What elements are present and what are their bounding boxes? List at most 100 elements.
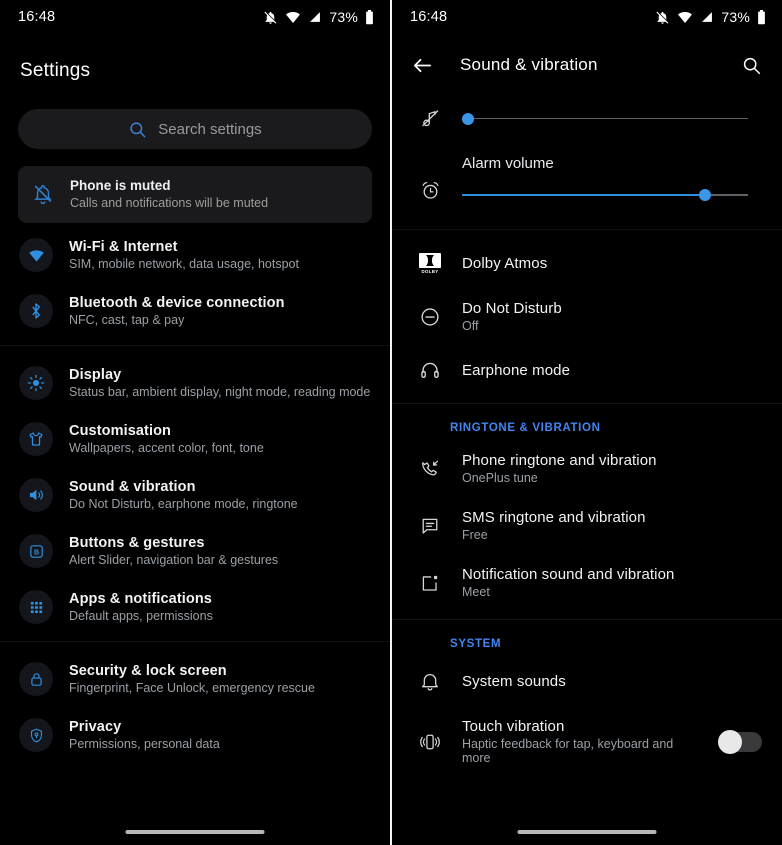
row-phone-ringtone[interactable]: Phone ringtone and vibration OnePlus tun… — [392, 440, 782, 497]
row-dolby-atmos[interactable]: DOLBY Dolby Atmos — [392, 238, 782, 288]
row-earphone-mode[interactable]: Earphone mode — [392, 345, 782, 395]
customisation-icon-wrap — [19, 422, 53, 456]
wifi-icon — [286, 11, 301, 23]
button-b-icon: B — [29, 544, 43, 558]
security-texts: Security & lock screen Fingerprint, Face… — [69, 663, 315, 695]
audio-section: DOLBY Dolby Atmos Do Not Disturb Off Ear… — [392, 230, 782, 395]
sidebar-item-display[interactable]: Display Status bar, ambient display, nig… — [0, 355, 390, 411]
earphone-icon-wrap — [414, 359, 446, 381]
alarm-clock-icon — [422, 182, 438, 199]
sidebar-item-label: Bluetooth & device connection — [69, 295, 285, 311]
sidebar-item-sound-vibration[interactable]: Sound & vibration Do Not Disturb, earpho… — [0, 467, 390, 523]
row-sms-ringtone[interactable]: SMS ringtone and vibration Free — [392, 497, 782, 554]
alarm-volume-thumb[interactable] — [699, 189, 712, 201]
row-label: System sounds — [462, 672, 566, 690]
speaker-icon — [30, 489, 43, 501]
svg-text:B: B — [33, 548, 38, 556]
bell-muted-icon — [34, 185, 52, 205]
security-icon-wrap — [19, 662, 53, 696]
sidebar-item-customisation[interactable]: Customisation Wallpapers, accent color, … — [0, 411, 390, 467]
sidebar-item-label: Security & lock screen — [69, 663, 227, 679]
alarm-volume-slider-row[interactable]: Alarm volume — [392, 133, 782, 216]
bell-icon — [422, 674, 438, 691]
status-time: 16:48 — [410, 9, 448, 25]
display-texts: Display Status bar, ambient display, nig… — [69, 367, 370, 399]
dnd-icon-wrap — [414, 306, 446, 328]
sidebar-item-sublabel: Fingerprint, Face Unlock, emergency resc… — [69, 681, 315, 695]
media-volume-track[interactable] — [461, 112, 748, 126]
sidebar-item-buttons-gestures[interactable]: B Buttons & gestures Alert Slider, navig… — [0, 523, 390, 579]
sms-icon — [422, 518, 438, 534]
sidebar-item-sublabel: Wallpapers, accent color, font, tone — [69, 441, 264, 455]
sidebar-item-sublabel: NFC, cast, tap & pay — [69, 313, 185, 327]
back-arrow-icon[interactable] — [411, 54, 434, 77]
sidebar-item-privacy[interactable]: Privacy Permissions, personal data — [0, 707, 390, 763]
cellular-signal-icon — [702, 12, 713, 22]
ringtone-vibration-section: RINGTONE & VIBRATION Phone ringtone and … — [392, 404, 782, 611]
system-sounds-texts: System sounds — [462, 673, 762, 690]
row-label: Do Not Disturb — [462, 300, 562, 317]
media-volume-slider-row[interactable] — [392, 96, 782, 133]
row-touch-vibration[interactable]: Touch vibration Haptic feedback for tap,… — [392, 706, 782, 777]
privacy-icon-wrap — [19, 718, 53, 752]
sound-icon-wrap — [19, 478, 53, 512]
alarm-volume-label: Alarm volume — [462, 155, 554, 172]
row-sublabel: Off — [462, 319, 479, 333]
gesture-bar-right[interactable] — [517, 830, 657, 834]
gesture-bar-left[interactable] — [125, 830, 265, 834]
app-bar-title: Sound & vibration — [460, 55, 598, 74]
brightness-icon — [27, 374, 45, 392]
earphone-texts: Earphone mode — [462, 362, 762, 379]
battery-icon — [366, 9, 373, 24]
sidebar-item-label: Display — [69, 367, 122, 383]
sidebar-item-label: Apps & notifications — [69, 591, 212, 607]
touch-vibration-icon-wrap — [414, 731, 446, 753]
app-bar: Sound & vibration — [392, 34, 782, 96]
search-icon[interactable] — [741, 55, 762, 76]
media-volume-track-bg — [462, 117, 748, 120]
alarm-volume-track[interactable] — [462, 188, 748, 202]
battery-percent: 73% — [721, 9, 750, 25]
row-label: SMS ringtone and vibration — [462, 509, 646, 526]
alarm-volume-track-fill — [462, 194, 706, 196]
apps-texts: Apps & notifications Default apps, permi… — [69, 591, 213, 623]
row-label: Phone ringtone and vibration — [462, 452, 657, 469]
dnd-texts: Do Not Disturb Off — [462, 300, 762, 333]
privacy-shield-icon — [30, 728, 42, 742]
section-header-system: SYSTEM — [450, 638, 502, 650]
media-volume-thumb[interactable] — [461, 112, 474, 125]
row-system-sounds[interactable]: System sounds — [392, 656, 782, 706]
phone-ringtone-icon — [422, 460, 438, 475]
search-settings-bar[interactable]: Search settings — [18, 109, 372, 149]
row-do-not-disturb[interactable]: Do Not Disturb Off — [392, 288, 782, 345]
alarm-volume-slider[interactable]: Alarm volume — [462, 155, 748, 202]
phone-muted-card[interactable]: Phone is muted Calls and notifications w… — [18, 166, 372, 223]
sidebar-item-label: Wi-Fi & Internet — [69, 239, 178, 255]
media-muted-icon-wrap — [414, 108, 446, 129]
notifications-muted-icon — [656, 10, 670, 24]
row-notification-sound[interactable]: Notification sound and vibration Meet — [392, 554, 782, 611]
notification-square-icon — [422, 575, 438, 591]
row-label: Touch vibration — [462, 718, 565, 735]
sidebar-item-bluetooth[interactable]: Bluetooth & device connection NFC, cast,… — [0, 283, 390, 339]
group-divider — [0, 345, 390, 355]
touch-vibration-toggle[interactable] — [718, 729, 762, 754]
media-volume-slider[interactable] — [461, 112, 748, 126]
buttons-texts: Buttons & gestures Alert Slider, navigat… — [69, 535, 278, 567]
sidebar-item-wifi-internet[interactable]: Wi-Fi & Internet SIM, mobile network, da… — [0, 227, 390, 283]
media-muted-icon — [421, 110, 438, 127]
settings-screen: 16:48 73% Settings Search settings Phone… — [0, 0, 390, 845]
buttons-icon-wrap: B — [19, 534, 53, 568]
section-header-ringtone: RINGTONE & VIBRATION — [450, 422, 601, 434]
row-sublabel: Free — [462, 528, 488, 542]
customisation-texts: Customisation Wallpapers, accent color, … — [69, 423, 264, 455]
phone-ringtone-texts: Phone ringtone and vibration OnePlus tun… — [462, 452, 762, 485]
sidebar-item-security[interactable]: Security & lock screen Fingerprint, Face… — [0, 651, 390, 707]
sidebar-item-sublabel: Status bar, ambient display, night mode,… — [69, 385, 371, 399]
system-section: SYSTEM System sounds Touch vibration Hap… — [392, 620, 782, 777]
apps-grid-icon — [30, 601, 42, 613]
cellular-signal-icon — [310, 12, 321, 22]
sidebar-item-apps-notifications[interactable]: Apps & notifications Default apps, permi… — [0, 579, 390, 635]
search-input-placeholder: Search settings — [158, 120, 262, 138]
battery-icon — [758, 9, 765, 24]
